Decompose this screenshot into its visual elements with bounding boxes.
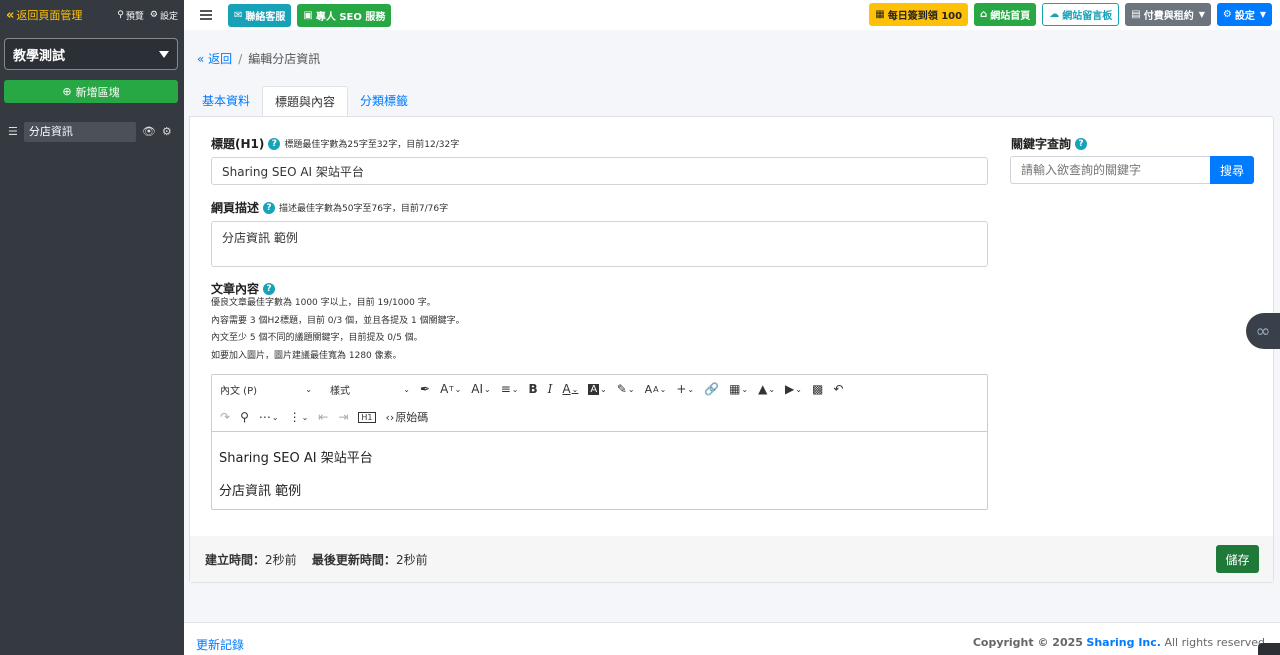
bulleted-list-icon[interactable]: ⋯ ⌄ [259,410,279,424]
heading1-icon[interactable]: H1 [358,411,376,423]
rich-text-editor: 內文 (P) ⌄ 樣式 ⌄ ✒ A T ⌄ AI ⌄ ≡ ⌄ B I A ⌄ A ⌄ ✎ ⌄ AA… [211,374,988,510]
comments-icon: ☁ [1049,9,1060,20]
site-select[interactable]: 教學測試 [4,38,178,70]
envelope-icon: ✉ [234,9,243,21]
find-replace-icon[interactable]: ⚲ [240,410,249,424]
save-button[interactable]: 儲存 [1216,545,1259,573]
help-icon[interactable]: ? [263,282,276,295]
content-rules: 優良文章最佳字數為 1000 字以上，目前 19/1000 字。 內容需要 3 … [211,298,465,361]
help-icon[interactable]: ? [263,201,276,214]
highlight-pen-icon[interactable]: ✒ [420,382,430,396]
background-color-icon[interactable]: A ⌄ [588,383,607,395]
keyword-search-button[interactable]: 搜尋 [1210,156,1254,184]
gear-icon: ⚙ [149,10,158,20]
keyword-label-row: 關鍵字查詢 ? [1011,135,1088,152]
gear-icon[interactable]: ⚙ [162,125,172,138]
redo-icon[interactable]: ↷ [220,410,230,424]
infinity-float-icon[interactable]: ∞ [1246,313,1280,349]
font-size-icon[interactable]: A T ⌄ [440,382,461,396]
italic-icon[interactable]: I [548,382,553,396]
site-home-button[interactable]: ⌂ 網站首頁 [974,3,1037,26]
contact-support-button[interactable]: ✉ 聯絡客服 [228,3,292,27]
daily-checkin-button[interactable]: ▦ 每日簽到領 100 [869,3,969,26]
table-icon[interactable]: ▦ ⌄ [729,382,748,396]
sidebar: « 返回頁面管理 ⚲ 預覽 ⚙ 設定 教學測試 ⊕ 新增區塊 ☰ 分店資訊 👁 … [0,0,184,655]
link-icon[interactable]: 🔗 [704,382,719,396]
indent-icon[interactable]: ⇥ [338,410,348,424]
preview-link[interactable]: ⚲ 預覽 [117,9,144,22]
eye-icon[interactable]: 👁 [142,125,156,138]
card-footer: 建立時間：2秒前 最後更新時間：2秒前 儲存 [190,536,1273,582]
help-icon[interactable]: ? [268,137,281,150]
help-icon[interactable]: ? [1075,137,1088,150]
font-family-icon[interactable]: AI ⌄ [471,382,490,396]
breadcrumb-separator: / [238,51,243,66]
title-input[interactable]: Sharing SEO AI 架站平台 [211,157,988,185]
caret-down-icon [159,50,169,58]
gear-icon: ⚙ [1222,9,1232,20]
editor-toolbar: 內文 (P) ⌄ 樣式 ⌄ ✒ A T ⌄ AI ⌄ ≡ ⌄ B I A ⌄ A ⌄ ✎ ⌄ AA… [212,375,987,432]
page-footer: 更新記錄 Copyright © 2025 Sharing Inc. All r… [184,622,1280,655]
code-icon: ‹› [385,410,395,424]
double-chevron-left-icon: « [197,52,205,66]
add-block-button[interactable]: ⊕ 新增區塊 [4,80,178,103]
style-select[interactable]: 樣式 ⌄ [330,382,410,397]
outdent-icon[interactable]: ⇤ [318,410,328,424]
sidebar-item-branch-info[interactable]: ☰ 分店資訊 👁 ⚙ [8,121,178,142]
tab-basic-info[interactable]: 基本資料 [190,86,262,116]
breadcrumb-current: 編輯分店資訊 [248,52,321,66]
sidebar-item-label[interactable]: 分店資訊 [23,121,136,142]
caret-down-icon: ▼ [1259,10,1266,19]
tabs: 基本資料 標題與內容 分類標籤 [190,86,420,116]
chat-icon: ▣ [303,9,313,21]
company-link[interactable]: Sharing Inc. [1086,636,1161,649]
menu-toggle-icon[interactable] [200,10,212,20]
editor-content[interactable]: Sharing SEO AI 架站平台 分店資訊 範例 [212,432,987,518]
edit-card: 標題(H1) ? 標題最佳字數為25字至32字，目前12/32字 Sharing… [189,116,1274,583]
tab-category-tags[interactable]: 分類標籤 [348,86,420,116]
tab-title-content[interactable]: 標題與內容 [262,86,349,116]
marker-icon[interactable]: ✎ ⌄ [617,382,635,396]
guestbook-button[interactable]: ☁ 網站留言板 [1042,3,1120,26]
description-textarea[interactable]: 分店資訊 範例 [211,221,988,267]
chevron-down-icon: ⌄ [305,384,312,394]
breadcrumb: « 返回 / 編輯分店資訊 [197,50,320,67]
corner-widget-icon[interactable] [1258,643,1280,655]
paragraph-format-select[interactable]: 內文 (P) ⌄ [220,382,312,397]
html-embed-icon[interactable]: ▩ [812,382,823,396]
undo-icon[interactable]: ↶ [833,382,843,396]
calendar-icon: ▦ [875,9,885,20]
chevron-down-icon: ⌄ [403,384,410,394]
plus-circle-icon: ⊕ [62,85,72,98]
sidebar-settings-link[interactable]: ⚙ 設定 [150,9,178,22]
copyright: Copyright © 2025 Sharing Inc. All rights… [972,636,1265,649]
seo-service-button[interactable]: ▣ 專人 SEO 服務 [297,3,392,27]
drag-handle-icon[interactable]: ☰ [8,125,18,138]
settings-dropdown[interactable]: ⚙ 設定 ▼ [1216,3,1272,26]
card-icon: ▤ [1131,9,1141,20]
search-icon: ⚲ [117,10,124,20]
billing-dropdown[interactable]: ▤ 付費與租約 ▼ [1125,3,1211,26]
source-code-button[interactable]: ‹› 原始碼 [386,409,429,425]
numbered-list-icon[interactable]: ⋮ ⌄ [289,410,309,424]
caret-down-icon: ▼ [1198,10,1205,19]
align-icon[interactable]: ≡ ⌄ [501,382,519,396]
changelog-link[interactable]: 更新記錄 [196,636,244,653]
media-embed-icon[interactable]: ▶ ⌄ [785,382,802,396]
case-icon[interactable]: A A ⌄ [645,383,667,396]
breadcrumb-back-link[interactable]: « 返回 [197,50,232,67]
bold-icon[interactable]: B [528,382,537,396]
timestamps: 建立時間：2秒前 最後更新時間：2秒前 [205,552,428,567]
double-chevron-left-icon: « [6,7,15,23]
title-label-row: 標題(H1) ? 標題最佳字數為25字至32字，目前12/32字 [211,137,460,151]
home-icon: ⌂ [980,9,988,20]
desc-label-row: 網頁描述 ? 描述最佳字數為50字至76字，目前7/76字 [211,201,449,215]
keyword-search-input[interactable] [1010,156,1211,184]
insert-plus-icon[interactable]: + ⌄ [676,382,694,396]
back-to-pages-link[interactable]: « 返回頁面管理 [6,7,111,23]
font-color-icon[interactable]: A ⌄ [562,382,578,396]
image-upload-icon[interactable]: ▲ ⌄ [758,382,775,396]
topbar: ✉ 聯絡客服 ▣ 專人 SEO 服務 ▦ 每日簽到領 100 ⌂ 網站首頁 ☁ … [184,0,1280,30]
